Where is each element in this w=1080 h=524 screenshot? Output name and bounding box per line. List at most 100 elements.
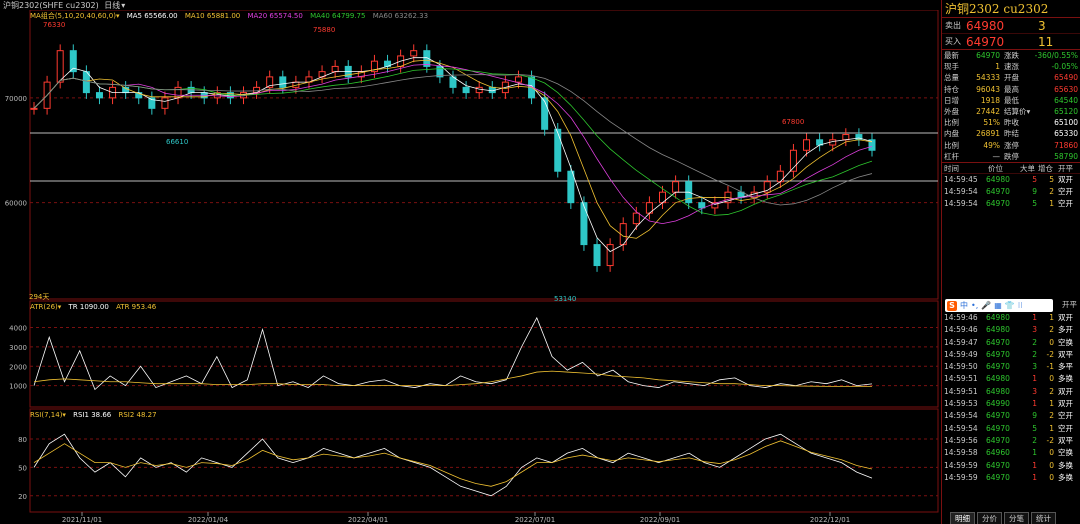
tick-oi: 0 [1049, 374, 1054, 384]
period-selector[interactable]: 日线 [104, 1, 120, 10]
tick-row[interactable]: 14:59:54 64970 5 1 空开 [942, 198, 1080, 210]
ma10-value: MA10 65881.00 [184, 12, 241, 20]
tick-row[interactable]: 14:59:58 64960 1 0 空换 [942, 447, 1080, 459]
stat-label: 比例 [944, 140, 959, 150]
tick-row[interactable]: 14:59:49 64970 2 -2 双平 [942, 349, 1080, 361]
high-label-3: 67800 [782, 118, 805, 126]
tick-row[interactable]: 14:59:47 64970 2 0 空换 [942, 337, 1080, 349]
bid-volume: 11 [1038, 35, 1054, 49]
tick-type: 多开 [1058, 325, 1073, 335]
bid-row[interactable]: 买入 64970 11 [942, 34, 1080, 50]
chart-area[interactable]: 70000 60000 4000 3000 2000 1000 80 50 20 2021/11/… [0, 0, 940, 524]
atr-title[interactable]: ATR(26)▾ [30, 303, 61, 311]
ime-toolbar[interactable]: S 中 •, 🎤 ▦ 👕 ⁝⁝ [945, 299, 1053, 312]
tab-stats[interactable]: 统计 [1031, 512, 1056, 524]
chevron-down-icon[interactable]: ▾ [62, 411, 66, 419]
tick-row[interactable]: 14:59:59 64970 1 0 多换 [942, 472, 1080, 484]
rsi-legend: RSI(7,14)▾ RSI1 38.66 RSI2 48.27 [30, 411, 162, 419]
microphone-icon[interactable]: 🎤 [981, 301, 991, 310]
tab-tick[interactable]: 分笔 [1004, 512, 1029, 524]
tick-row[interactable]: 14:59:59 64970 1 0 多换 [942, 460, 1080, 472]
tick-size: 1 [1032, 448, 1037, 458]
stat-value: 1918 [980, 95, 1000, 105]
tick-type: 双开 [1058, 313, 1073, 322]
stat-value: 27442 [976, 106, 1000, 116]
tick-time: 14:59:47 [944, 337, 978, 347]
tick-type: 多换 [1058, 460, 1073, 470]
tick-oi: 2 [1049, 187, 1054, 197]
tab-price[interactable]: 分价 [977, 512, 1002, 524]
tick-row[interactable]: 14:59:46 64980 3 2 多开 [942, 324, 1080, 336]
stat-label: 比例 [944, 118, 959, 128]
tick-row[interactable]: 14:59:51 64980 3 2 双开 [942, 386, 1080, 398]
tick-type: 空换 [1058, 337, 1073, 347]
main-panel-frame [29, 9, 939, 300]
x-tick-label: 2022/09/01 [640, 516, 680, 524]
tick-row[interactable]: 14:59:51 64980 1 0 多换 [942, 373, 1080, 385]
tick-price: 64970 [986, 472, 1010, 482]
punctuation-icon[interactable]: •, [971, 301, 978, 310]
ask-price[interactable]: 64980 [966, 18, 1004, 34]
stat-value: 65330 [1054, 129, 1078, 139]
title-bar: 沪铜2302(SHFE cu2302) 日线▾ [0, 0, 940, 10]
ma-title[interactable]: MA组合(5,10,20,40,60,0)▾ [30, 12, 119, 20]
tick-time: 14:59:51 [944, 374, 978, 384]
stat-value: 71860 [1054, 140, 1078, 150]
rsi-title[interactable]: RSI(7,14)▾ [30, 411, 66, 419]
skin-icon[interactable]: 👕 [1005, 301, 1015, 310]
ime-chinese-mode[interactable]: 中 [960, 300, 968, 311]
tick-row[interactable]: 14:59:56 64970 2 -2 双平 [942, 435, 1080, 447]
candle-body [698, 202, 706, 209]
tick-time: 14:59:58 [944, 448, 978, 458]
candle-body [580, 202, 588, 246]
stat-label: 最高 [1004, 84, 1019, 94]
rsi-panel-frame [29, 408, 939, 513]
ticks-header: 时间 价位 大单 增仓 开平 [942, 163, 1080, 174]
tick-size: 1 [1032, 313, 1037, 322]
chevron-down-icon[interactable]: ▾ [58, 303, 62, 311]
stat-label[interactable]: 结算价▾ [1004, 106, 1030, 117]
stat-label: 内盘 [944, 129, 959, 139]
tab-detail[interactable]: 明细 [950, 512, 975, 524]
tick-row[interactable]: 14:59:46 64980 1 1 双开 [942, 312, 1080, 324]
chart-svg[interactable]: 70000 60000 4000 3000 2000 1000 80 50 20 2021/11/… [0, 0, 940, 524]
atr-panel-frame [29, 300, 939, 408]
sogou-logo-icon[interactable]: S [947, 300, 957, 311]
tick-type: 空开 [1058, 423, 1073, 433]
tick-time: 14:59:59 [944, 460, 978, 470]
candle-body [462, 86, 470, 94]
tick-row[interactable]: 14:59:54 64970 5 1 空开 [942, 423, 1080, 435]
candle-body [30, 107, 38, 110]
tick-row[interactable]: 14:59:45 64980 5 5 双开 [942, 174, 1080, 186]
stat-value: -0.05% [1051, 62, 1078, 72]
menu-grid-icon[interactable]: ⁝⁝ [1018, 301, 1023, 310]
tick-row[interactable]: 14:59:54 64970 9 2 空开 [942, 410, 1080, 422]
stat-value: 64970 [976, 51, 1000, 60]
tick-row[interactable]: 14:59:54 64970 9 2 空开 [942, 186, 1080, 198]
ticks-list-top[interactable]: 14:59:45 64980 5 5 双开 14:59:54 64970 9 2 空开 14:59:… [942, 174, 1080, 211]
stat-label: 涨停 [1004, 140, 1019, 150]
stat-row: 比例 51% 昨收 65100 [942, 117, 1080, 128]
tick-row[interactable]: 14:59:53 64990 1 1 双开 [942, 398, 1080, 410]
tick-type: 空开 [1058, 187, 1073, 197]
ticks-bottom-header: 开平 [1062, 300, 1077, 309]
chevron-down-icon[interactable]: ▾ [121, 1, 125, 10]
tick-row[interactable]: 14:59:50 64970 3 -1 多平 [942, 361, 1080, 373]
tick-oi: 1 [1049, 199, 1054, 209]
stat-value: 58790 [1054, 151, 1078, 161]
ticks-list-bottom[interactable]: 14:59:46 64980 1 1 双开 14:59:46 64980 3 2 多开 14:59:… [942, 312, 1080, 484]
tick-type: 双开 [1058, 399, 1073, 409]
stats-grid: 最新 64970 涨跌 -360/0.55% 现手 1 速涨 -0.05% 总量 54333 开盘 6… [942, 50, 1080, 162]
candle-body [410, 50, 418, 57]
tick-time: 14:59:56 [944, 435, 978, 445]
bid-price[interactable]: 64970 [966, 34, 1004, 50]
keyboard-icon[interactable]: ▦ [994, 301, 1002, 310]
chevron-down-icon[interactable]: ▾ [116, 12, 120, 20]
tr-line [33, 316, 873, 391]
tick-oi: 0 [1049, 460, 1054, 470]
tick-size: 3 [1032, 325, 1037, 335]
stat-row: 持仓 96043 最高 65630 [942, 84, 1080, 95]
ask-row[interactable]: 卖出 64980 3 [942, 18, 1080, 34]
tick-size: 5 [1032, 423, 1037, 433]
tick-size: 9 [1032, 187, 1037, 197]
